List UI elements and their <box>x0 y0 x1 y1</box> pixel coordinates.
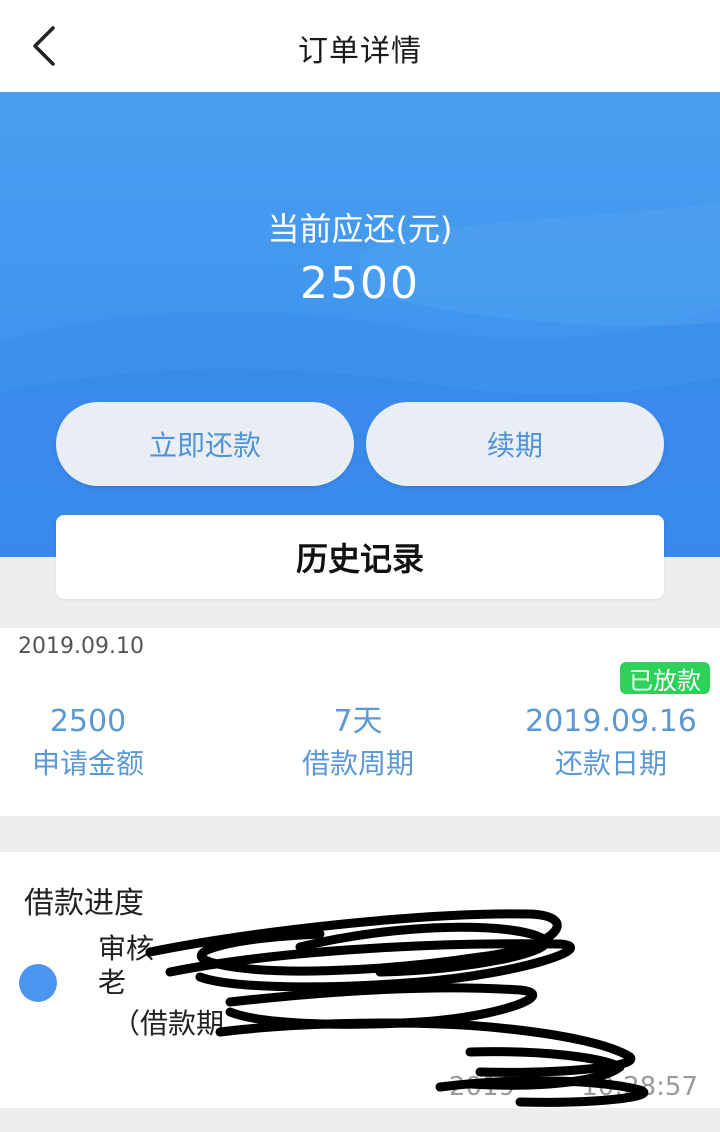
amount-due-label: 当前应还(元) <box>267 210 453 248</box>
navigation-bar: 订单详情 <box>0 0 720 92</box>
renew-button[interactable]: 续期 <box>366 402 664 486</box>
progress-timestamp: 2019 10:28:57 <box>449 1072 698 1102</box>
progress-time-prefix: 2019 <box>448 1072 516 1102</box>
progress-time-value: 10:28:57 <box>581 1072 698 1102</box>
status-badge: 已放款 <box>620 662 710 695</box>
page-title: 订单详情 <box>298 34 422 69</box>
order-date: 2019.09.10 <box>18 634 144 659</box>
loan-amount-stat: 2500 申请金额 <box>18 702 158 786</box>
progress-title: 借款进度 <box>24 886 144 921</box>
amount-due-value: 2500 <box>300 258 420 309</box>
repay-now-button[interactable]: 立即还款 <box>56 402 354 486</box>
progress-line-2: 老 <box>98 966 127 999</box>
loan-period-value: 7天 <box>333 704 383 739</box>
order-summary-card: 2019.09.10 已放款 2500 申请金额 7天 借款周期 2019.09… <box>0 628 720 816</box>
progress-step-dot <box>19 964 57 1002</box>
progress-step-text: 审核 老 <box>98 932 698 1000</box>
progress-line-1: 审核 <box>98 932 155 965</box>
loan-period-stat: 7天 借款周期 <box>288 702 428 786</box>
banner-wave-background <box>0 202 720 557</box>
loan-amount-value: 2500 <box>49 704 127 739</box>
progress-note: （借款期 <box>112 1007 225 1040</box>
loan-amount-label: 申请金额 <box>31 747 144 780</box>
repay-date-label: 还款日期 <box>554 747 667 780</box>
repayment-summary-banner: 当前应还(元) 2500 立即还款 续期 <box>0 92 720 557</box>
order-detail-page: 订单详情 当前应还(元) 2500 立即还款 续期 历史记录 2019.09.1… <box>0 0 720 1132</box>
loan-progress-card: 借款进度 审核 老 （借款期 2019 10:28:57 <box>0 852 720 1108</box>
loan-period-label: 借款周期 <box>301 747 414 780</box>
history-button[interactable]: 历史记录 <box>56 515 664 599</box>
repay-date-value: 2019.09.16 <box>525 704 697 739</box>
repay-date-stat: 2019.09.16 还款日期 <box>520 702 702 786</box>
